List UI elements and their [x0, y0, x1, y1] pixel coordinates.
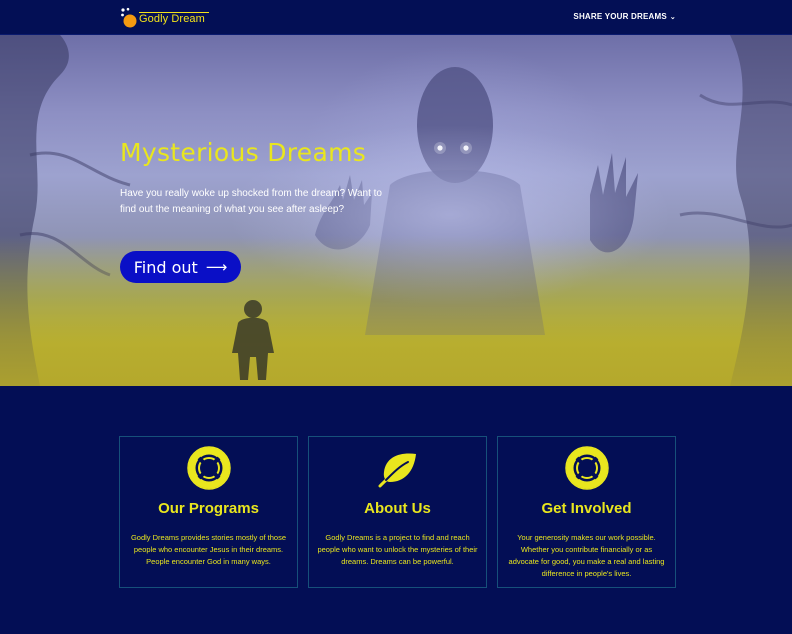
features-section: Our Programs Godly Dreams provides stori…	[0, 386, 792, 634]
top-navigation-bar: Godly Dream SHARE YOUR DREAMS ⌄	[0, 0, 792, 35]
hero-title: Mysterious Dreams	[120, 138, 367, 167]
card-get-involved: Get Involved Your generosity makes our w…	[497, 436, 676, 588]
nav-share-your-dreams-label: SHARE YOUR DREAMS	[573, 12, 667, 21]
site-logo[interactable]: Godly Dream	[120, 7, 212, 29]
logo-dots-icon	[121, 7, 137, 28]
lifebuoy-icon	[186, 446, 231, 490]
hero-section: Mysterious Dreams Have you really woke u…	[0, 35, 792, 386]
find-out-button[interactable]: Find out ⟶	[120, 251, 241, 283]
nav-share-your-dreams[interactable]: SHARE YOUR DREAMS ⌄	[573, 12, 676, 21]
card-title: Our Programs	[158, 500, 259, 517]
find-out-button-label: Find out	[133, 257, 198, 277]
card-text: Godly Dreams is a project to find and re…	[317, 533, 478, 566]
hero-description: Have you really woke up shocked from the…	[120, 188, 382, 215]
card-title: Get Involved	[541, 500, 632, 517]
arrow-right-icon: ⟶	[205, 258, 228, 276]
card-title: About Us	[364, 500, 431, 517]
chevron-down-icon: ⌄	[669, 14, 676, 21]
hero-background-image	[0, 35, 792, 386]
card-about-us: About Us Godly Dreams is a project to fi…	[308, 436, 487, 588]
card-text: Godly Dreams provides stories mostly of …	[130, 533, 287, 566]
logo-text: Godly Dream	[139, 13, 205, 25]
lifebuoy-icon	[564, 446, 609, 490]
leaf-icon	[378, 453, 416, 488]
card-our-programs: Our Programs Godly Dreams provides stori…	[119, 436, 298, 588]
card-text: Your generosity makes our work possible.…	[508, 533, 665, 578]
